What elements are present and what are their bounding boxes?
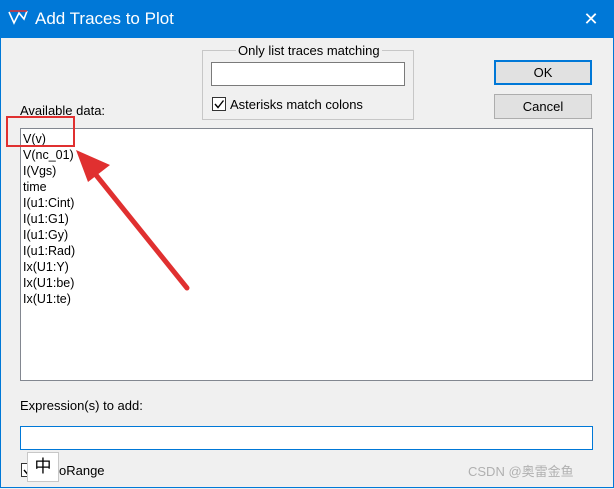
annotation-arrow-icon xyxy=(76,150,190,291)
